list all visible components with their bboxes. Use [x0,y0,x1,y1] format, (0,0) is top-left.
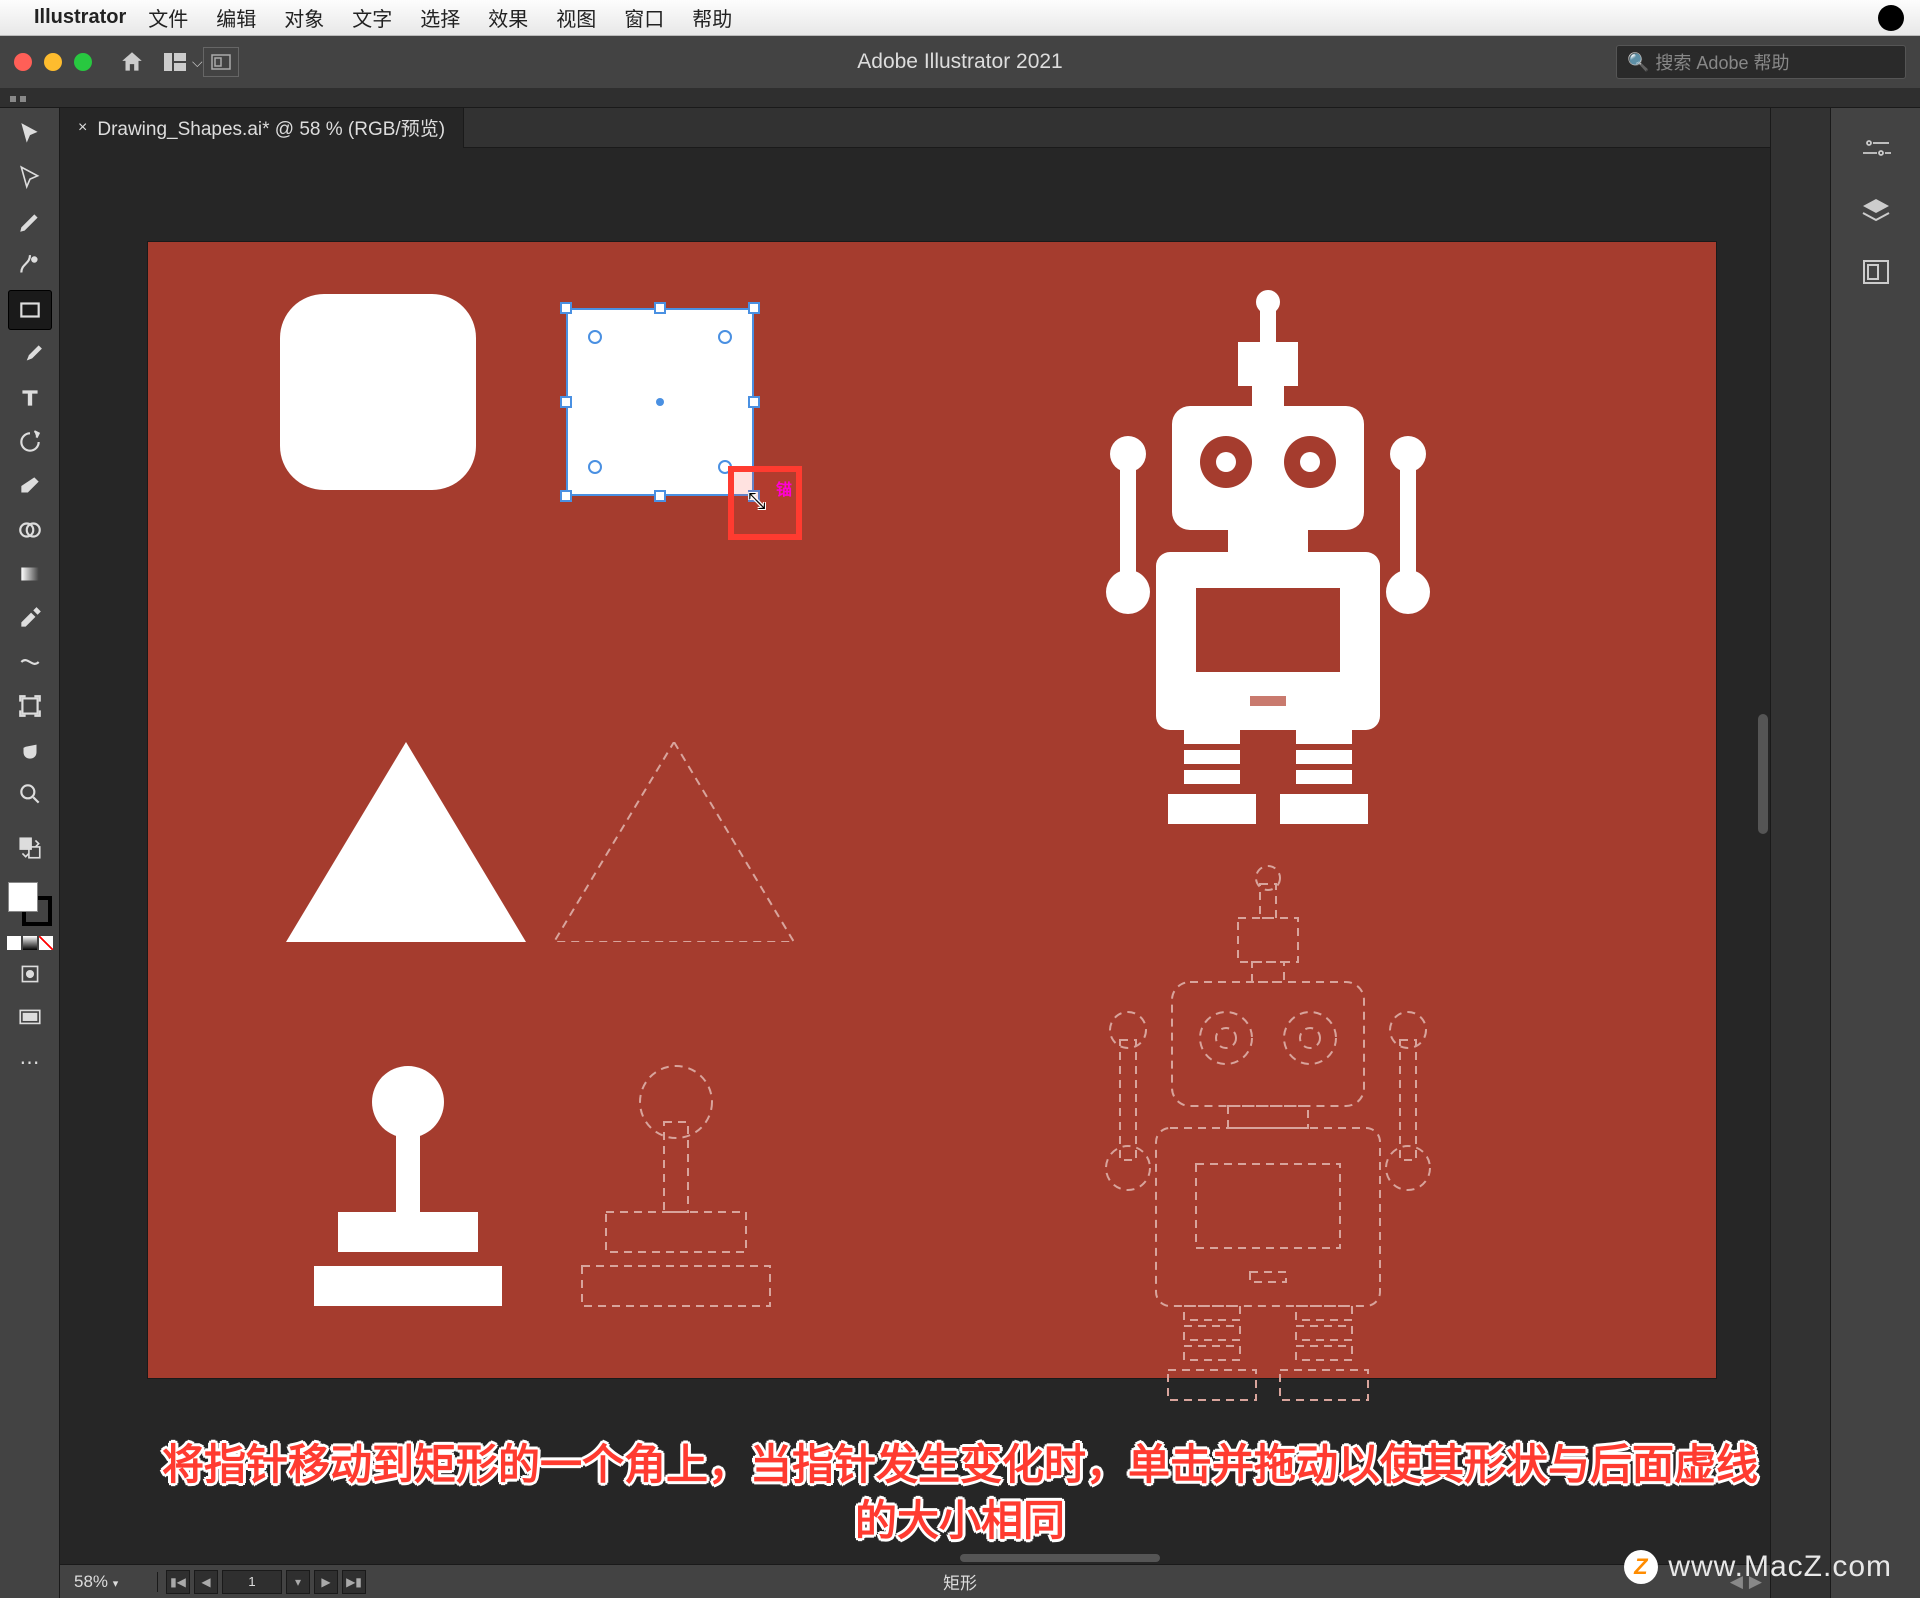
panel-dock [1830,108,1920,1598]
direct-selection-tool[interactable] [8,158,52,198]
fill-stroke-swatches[interactable] [8,882,52,926]
tutorial-highlight: 锚 [728,466,802,540]
joystick-shape[interactable] [288,1062,528,1312]
fill-swatch[interactable] [8,882,38,912]
document-tab-label: Drawing_Shapes.ai* @ 58 % (RGB/预览) [97,114,445,141]
eyedropper-tool[interactable] [8,598,52,638]
resize-handle-tr[interactable] [748,302,760,314]
artboard-tool[interactable] [8,686,52,726]
gradient-button[interactable] [23,936,37,950]
app-name[interactable]: Illustrator [34,6,126,29]
close-tab-icon[interactable]: × [78,119,87,137]
menu-object[interactable]: 对象 [284,3,324,32]
width-tool[interactable] [8,642,52,682]
resize-handle-b[interactable] [654,490,666,502]
horizontal-scrollbar[interactable] [960,1554,1160,1562]
menu-help[interactable]: 帮助 [692,3,732,32]
canvas[interactable]: 锚 [60,148,1770,1564]
watermark-logo-icon: Z [1624,1550,1658,1584]
libraries-panel-button[interactable] [1854,252,1898,292]
selection-type-label: 矩形 [943,1569,977,1594]
corner-radius-widget[interactable] [718,330,732,344]
type-tool[interactable] [8,378,52,418]
resize-handle-tl[interactable] [560,302,572,314]
screen-record-icon[interactable] [1878,5,1904,31]
joystick-dashed-shape[interactable] [556,1062,796,1312]
document-area: × Drawing_Shapes.ai* @ 58 % (RGB/预览) [60,108,1770,1598]
robot-shape[interactable] [1028,278,1508,838]
watermark: Z www.MacZ.com [1624,1550,1892,1584]
menu-edit[interactable]: 编辑 [216,3,256,32]
gradient-tool[interactable] [8,554,52,594]
rotate-tool[interactable] [8,422,52,462]
shape-builder-tool[interactable] [8,510,52,550]
menu-select[interactable]: 选择 [420,3,460,32]
search-placeholder: 搜索 Adobe 帮助 [1655,49,1789,75]
menu-window[interactable]: 窗口 [624,3,664,32]
swap-fill-stroke-button[interactable] [8,828,52,868]
layers-panel-button[interactable] [1854,190,1898,230]
document-presets-button[interactable] [203,47,239,77]
triangle-shape[interactable] [286,742,526,942]
search-icon: 🔍 [1627,52,1649,73]
artboard-dropdown-button[interactable]: ▾ [286,1570,310,1594]
eraser-tool[interactable] [8,466,52,506]
arrange-documents-button[interactable]: ⌵ [164,53,203,71]
vertical-scrollbar[interactable] [1758,714,1768,834]
color-button[interactable] [7,936,21,950]
none-button[interactable] [39,936,53,950]
document-tab[interactable]: × Drawing_Shapes.ai* @ 58 % (RGB/预览) [60,108,464,148]
cursor-tooltip: 锚 [776,476,792,500]
fullscreen-window-button[interactable] [74,53,92,71]
corner-radius-widget[interactable] [588,460,602,474]
zoom-tool[interactable] [8,774,52,814]
paintbrush-tool[interactable] [8,334,52,374]
properties-panel-button[interactable] [1854,128,1898,168]
artboard[interactable]: 锚 [148,242,1716,1378]
rounded-square-shape[interactable] [280,294,476,490]
zoom-level[interactable]: 58% ▾ [68,1572,158,1592]
first-artboard-button[interactable]: ▮◀ [166,1570,190,1594]
last-artboard-button[interactable]: ▶▮ [342,1570,366,1594]
app-title: Adobe Illustrator 2021 [857,50,1062,74]
prev-artboard-button[interactable]: ◀ [194,1570,218,1594]
menu-file[interactable]: 文件 [148,3,188,32]
rectangle-tool[interactable] [8,290,52,330]
edit-toolbar-button[interactable]: ⋯ [8,1042,52,1082]
document-tab-bar: × Drawing_Shapes.ai* @ 58 % (RGB/预览) [60,108,1770,148]
app-titlebar: ⌵ Adobe Illustrator 2021 🔍 搜索 Adobe 帮助 [0,36,1920,88]
hand-tool[interactable] [8,730,52,770]
minimize-window-button[interactable] [44,53,62,71]
close-window-button[interactable] [14,53,32,71]
pen-tool[interactable] [8,202,52,242]
curvature-tool[interactable] [8,246,52,286]
home-button[interactable] [112,42,152,82]
window-controls [14,53,92,71]
next-artboard-button[interactable]: ▶ [314,1570,338,1594]
resize-handle-bl[interactable] [560,490,572,502]
control-strip[interactable] [0,88,1920,108]
selection-tool[interactable] [8,114,52,154]
right-dock-strip [1770,108,1830,1598]
artboard-navigation: ▮◀ ◀ ▾ ▶ ▶▮ [166,1570,366,1594]
resize-handle-t[interactable] [654,302,666,314]
screen-mode-button[interactable] [8,998,52,1038]
robot-dashed-shape[interactable] [1028,854,1508,1414]
artboard-index-input[interactable] [222,1570,282,1594]
resize-handle-r[interactable] [748,396,760,408]
mac-menubar: Illustrator 文件 编辑 对象 文字 选择 效果 视图 窗口 帮助 [0,0,1920,36]
menu-effect[interactable]: 效果 [488,3,528,32]
tools-panel: ⋯ [0,108,60,1598]
draw-mode-button[interactable] [8,954,52,994]
menu-type[interactable]: 文字 [352,3,392,32]
resize-handle-l[interactable] [560,396,572,408]
menu-view[interactable]: 视图 [556,3,596,32]
help-search-input[interactable]: 🔍 搜索 Adobe 帮助 [1616,45,1906,79]
color-mode-buttons [7,936,53,950]
triangle-dashed-shape[interactable] [554,742,794,942]
center-point [656,398,664,406]
corner-radius-widget[interactable] [588,330,602,344]
status-bar: 58% ▾ ▮◀ ◀ ▾ ▶ ▶▮ 矩形 ◀ ▶ [60,1564,1770,1598]
